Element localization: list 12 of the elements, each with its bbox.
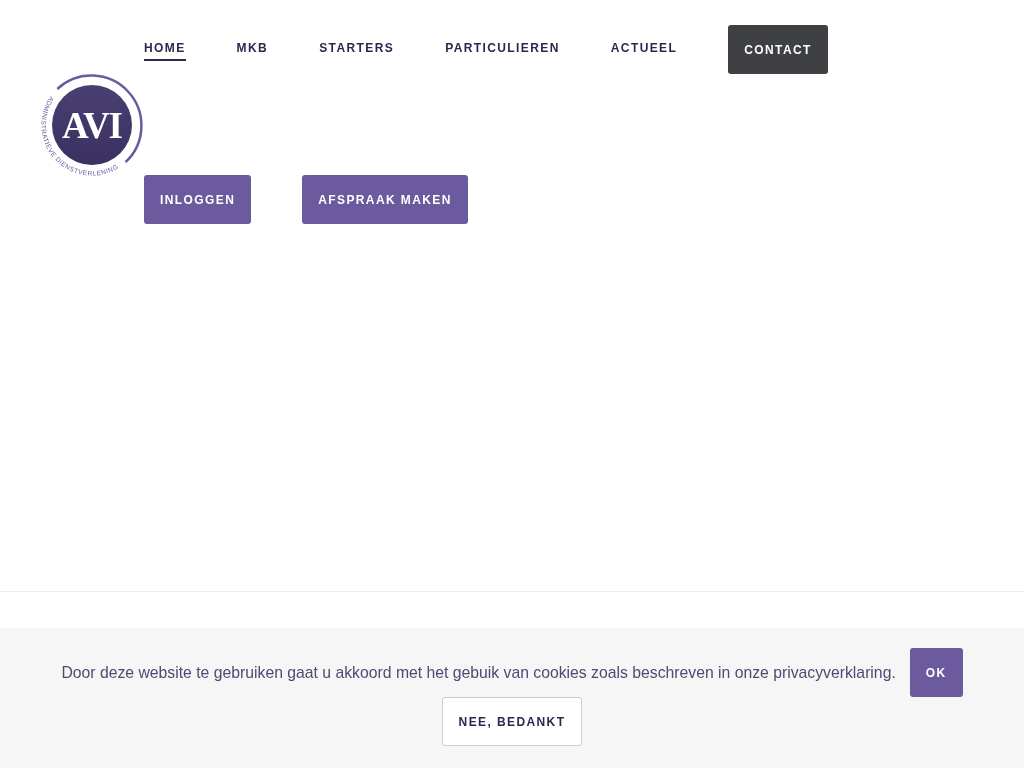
- nav-link[interactable]: HOME: [144, 38, 186, 61]
- accept-button[interactable]: OK: [909, 648, 963, 697]
- contact-button[interactable]: CONTACT: [728, 25, 828, 74]
- login-button[interactable]: INLOGGEN: [144, 175, 252, 224]
- nav-link[interactable]: ACTUEEL: [610, 38, 678, 61]
- logo-monogram: AVI: [61, 105, 123, 146]
- nav-link[interactable]: STARTERS: [319, 38, 395, 61]
- nav-link[interactable]: PARTICULIEREN: [445, 38, 560, 61]
- nav-link[interactable]: MKB: [236, 38, 269, 61]
- appointment-button[interactable]: AFSPRAAK MAKEN: [302, 175, 468, 224]
- decline-button[interactable]: NEE, BEDANKT: [441, 697, 583, 746]
- cookie-message: Door deze website te gebruiken gaat u akkoord met het gebuik van cookies zoals beschreven in onze privacyverklaring.: [61, 662, 896, 683]
